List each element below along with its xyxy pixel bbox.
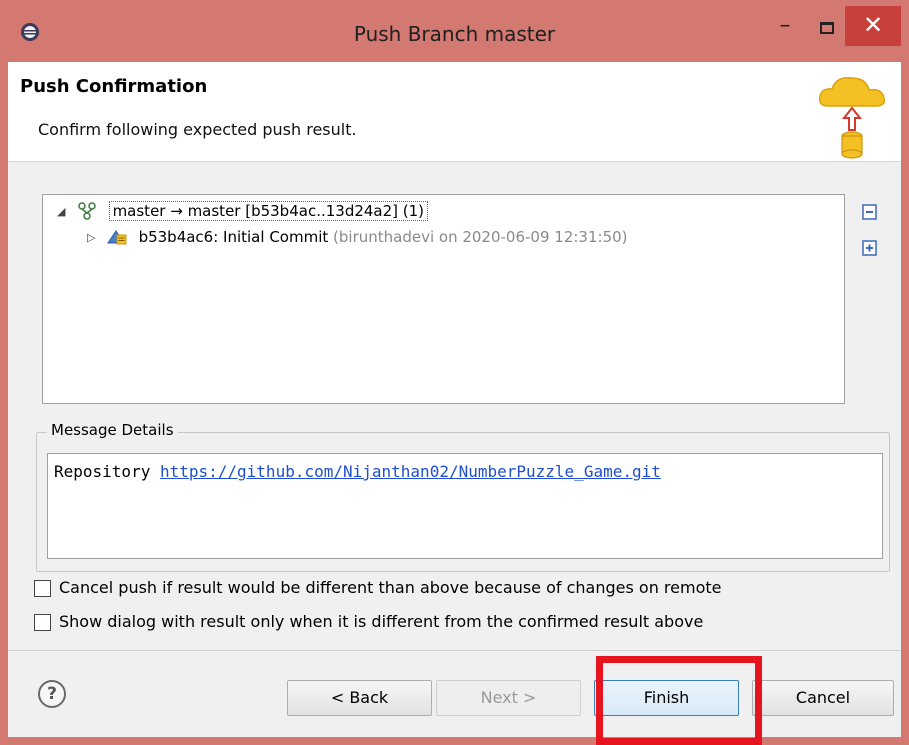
maximize-button[interactable]	[812, 16, 842, 44]
back-button[interactable]: < Back	[287, 680, 432, 716]
page-description: Confirm following expected push result.	[38, 120, 357, 139]
push-result-tree[interactable]: ◢ master → master [b53b4ac..13d24a2] (1)…	[42, 194, 845, 404]
cancel-push-checkbox[interactable]	[34, 580, 51, 597]
collapse-all-icon[interactable]	[860, 202, 880, 222]
repository-link[interactable]: https://github.com/Nijanthan02/NumberPuz…	[160, 462, 661, 481]
repository-prefix: Repository	[54, 462, 151, 481]
title-bar[interactable]: Push Branch master – ✕	[0, 0, 909, 62]
show-dialog-label: Show dialog with result only when it is …	[59, 612, 704, 631]
branch-icon	[78, 202, 96, 220]
close-button[interactable]: ✕	[845, 6, 901, 46]
expand-all-icon[interactable]	[860, 238, 880, 258]
tree-expanded-arrow-icon[interactable]: ◢	[57, 205, 71, 218]
dialog-window: Push Branch master – ✕ Push Confirmation…	[0, 0, 909, 745]
tree-row-branch[interactable]: ◢ master → master [b53b4ac..13d24a2] (1)	[57, 201, 429, 225]
show-dialog-checkbox[interactable]	[34, 614, 51, 631]
branch-label: master → master [b53b4ac..13d24a2] (1)	[108, 201, 429, 221]
message-details-group: Message Details Repository https://githu…	[36, 421, 890, 572]
page-title: Push Confirmation	[20, 76, 208, 97]
message-details-legend: Message Details	[47, 421, 178, 439]
commit-icon	[106, 230, 127, 245]
message-details-text[interactable]: Repository https://github.com/Nijanthan0…	[47, 453, 883, 559]
cancel-push-label: Cancel push if result would be different…	[59, 578, 722, 597]
wizard-header: Push Confirmation Confirm following expe…	[8, 62, 901, 162]
footer-separator	[8, 650, 901, 651]
minimize-button[interactable]: –	[770, 14, 800, 44]
cloud-push-database-icon	[818, 76, 886, 159]
dialog-content: Push Confirmation Confirm following expe…	[8, 62, 901, 737]
maximize-icon	[820, 22, 834, 34]
help-button[interactable]: ?	[38, 680, 66, 708]
next-button[interactable]: Next >	[436, 680, 581, 716]
commit-label: b53b4ac6: Initial Commit	[138, 228, 329, 246]
cancel-button[interactable]: Cancel	[752, 680, 894, 716]
tree-row-commit[interactable]: ▷ b53b4ac6: Initial Commit (birunthadevi…	[87, 227, 628, 251]
tree-collapsed-arrow-icon[interactable]: ▷	[87, 231, 101, 244]
finish-highlight-annotation	[596, 656, 762, 745]
commit-meta: (birunthadevi on 2020-06-09 12:31:50)	[333, 228, 628, 246]
